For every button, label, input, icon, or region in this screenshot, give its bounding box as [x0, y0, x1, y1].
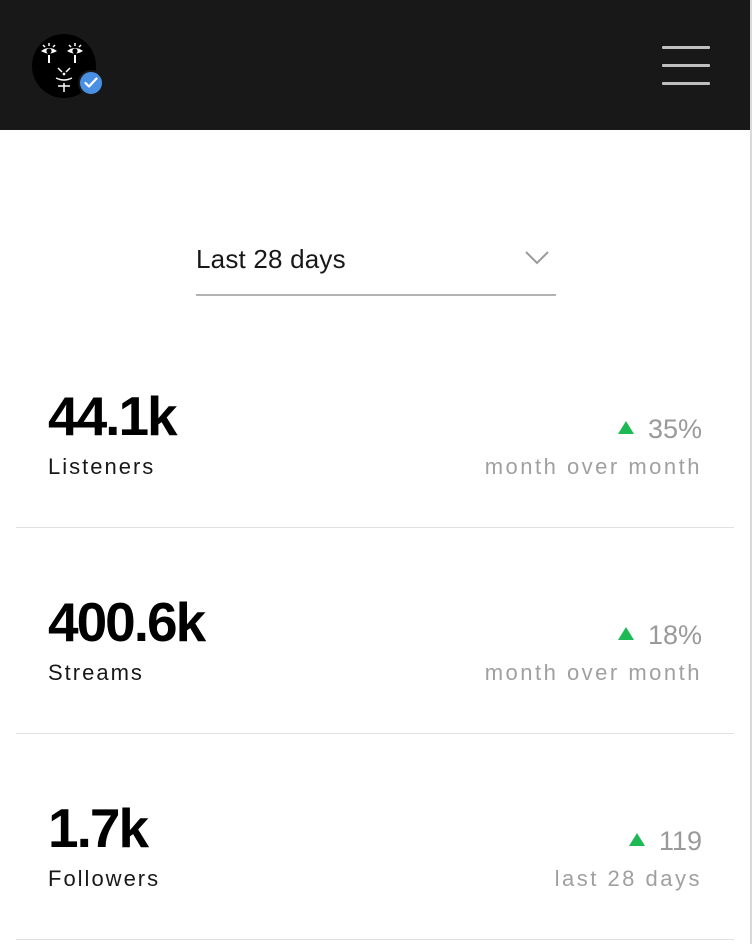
- verified-check-icon: [78, 70, 104, 96]
- date-range-value: Last 28 days: [196, 244, 346, 274]
- hamburger-menu-icon[interactable]: [660, 44, 712, 88]
- stat-label: Streams: [48, 660, 144, 685]
- stat-value: 400.6k: [48, 591, 206, 653]
- stat-period: last 28 days: [554, 866, 702, 891]
- stat-label: Listeners: [48, 454, 156, 479]
- up-arrow-icon: [628, 833, 645, 846]
- app-frame: Last 28 days 44.1k Listeners 35% month o…: [0, 0, 752, 944]
- stat-change-value: 18%: [647, 620, 702, 650]
- chevron-down-icon: [525, 251, 549, 265]
- menu-line: [662, 64, 710, 67]
- stat-value: 44.1k: [48, 385, 178, 447]
- stat-followers: 1.7k Followers 119 last 28 days: [16, 734, 734, 940]
- stat-label: Followers: [48, 866, 161, 891]
- menu-line: [662, 82, 710, 85]
- stat-value: 1.7k: [48, 797, 149, 859]
- stat-change-value: 119: [658, 826, 702, 856]
- stat-change-value: 35%: [647, 414, 702, 444]
- date-range-select[interactable]: Last 28 days: [196, 236, 556, 296]
- stat-change: 119: [628, 826, 702, 857]
- stat-period: month over month: [484, 454, 702, 479]
- up-arrow-icon: [617, 421, 634, 434]
- menu-line: [662, 46, 710, 49]
- stat-change: 18%: [617, 620, 702, 651]
- up-arrow-icon: [617, 627, 634, 640]
- stat-listeners: 44.1k Listeners 35% month over month: [16, 322, 734, 528]
- top-bar: [0, 0, 750, 130]
- stat-streams: 400.6k Streams 18% month over month: [16, 528, 734, 734]
- stat-change: 35%: [617, 414, 702, 445]
- stat-period: month over month: [484, 660, 702, 685]
